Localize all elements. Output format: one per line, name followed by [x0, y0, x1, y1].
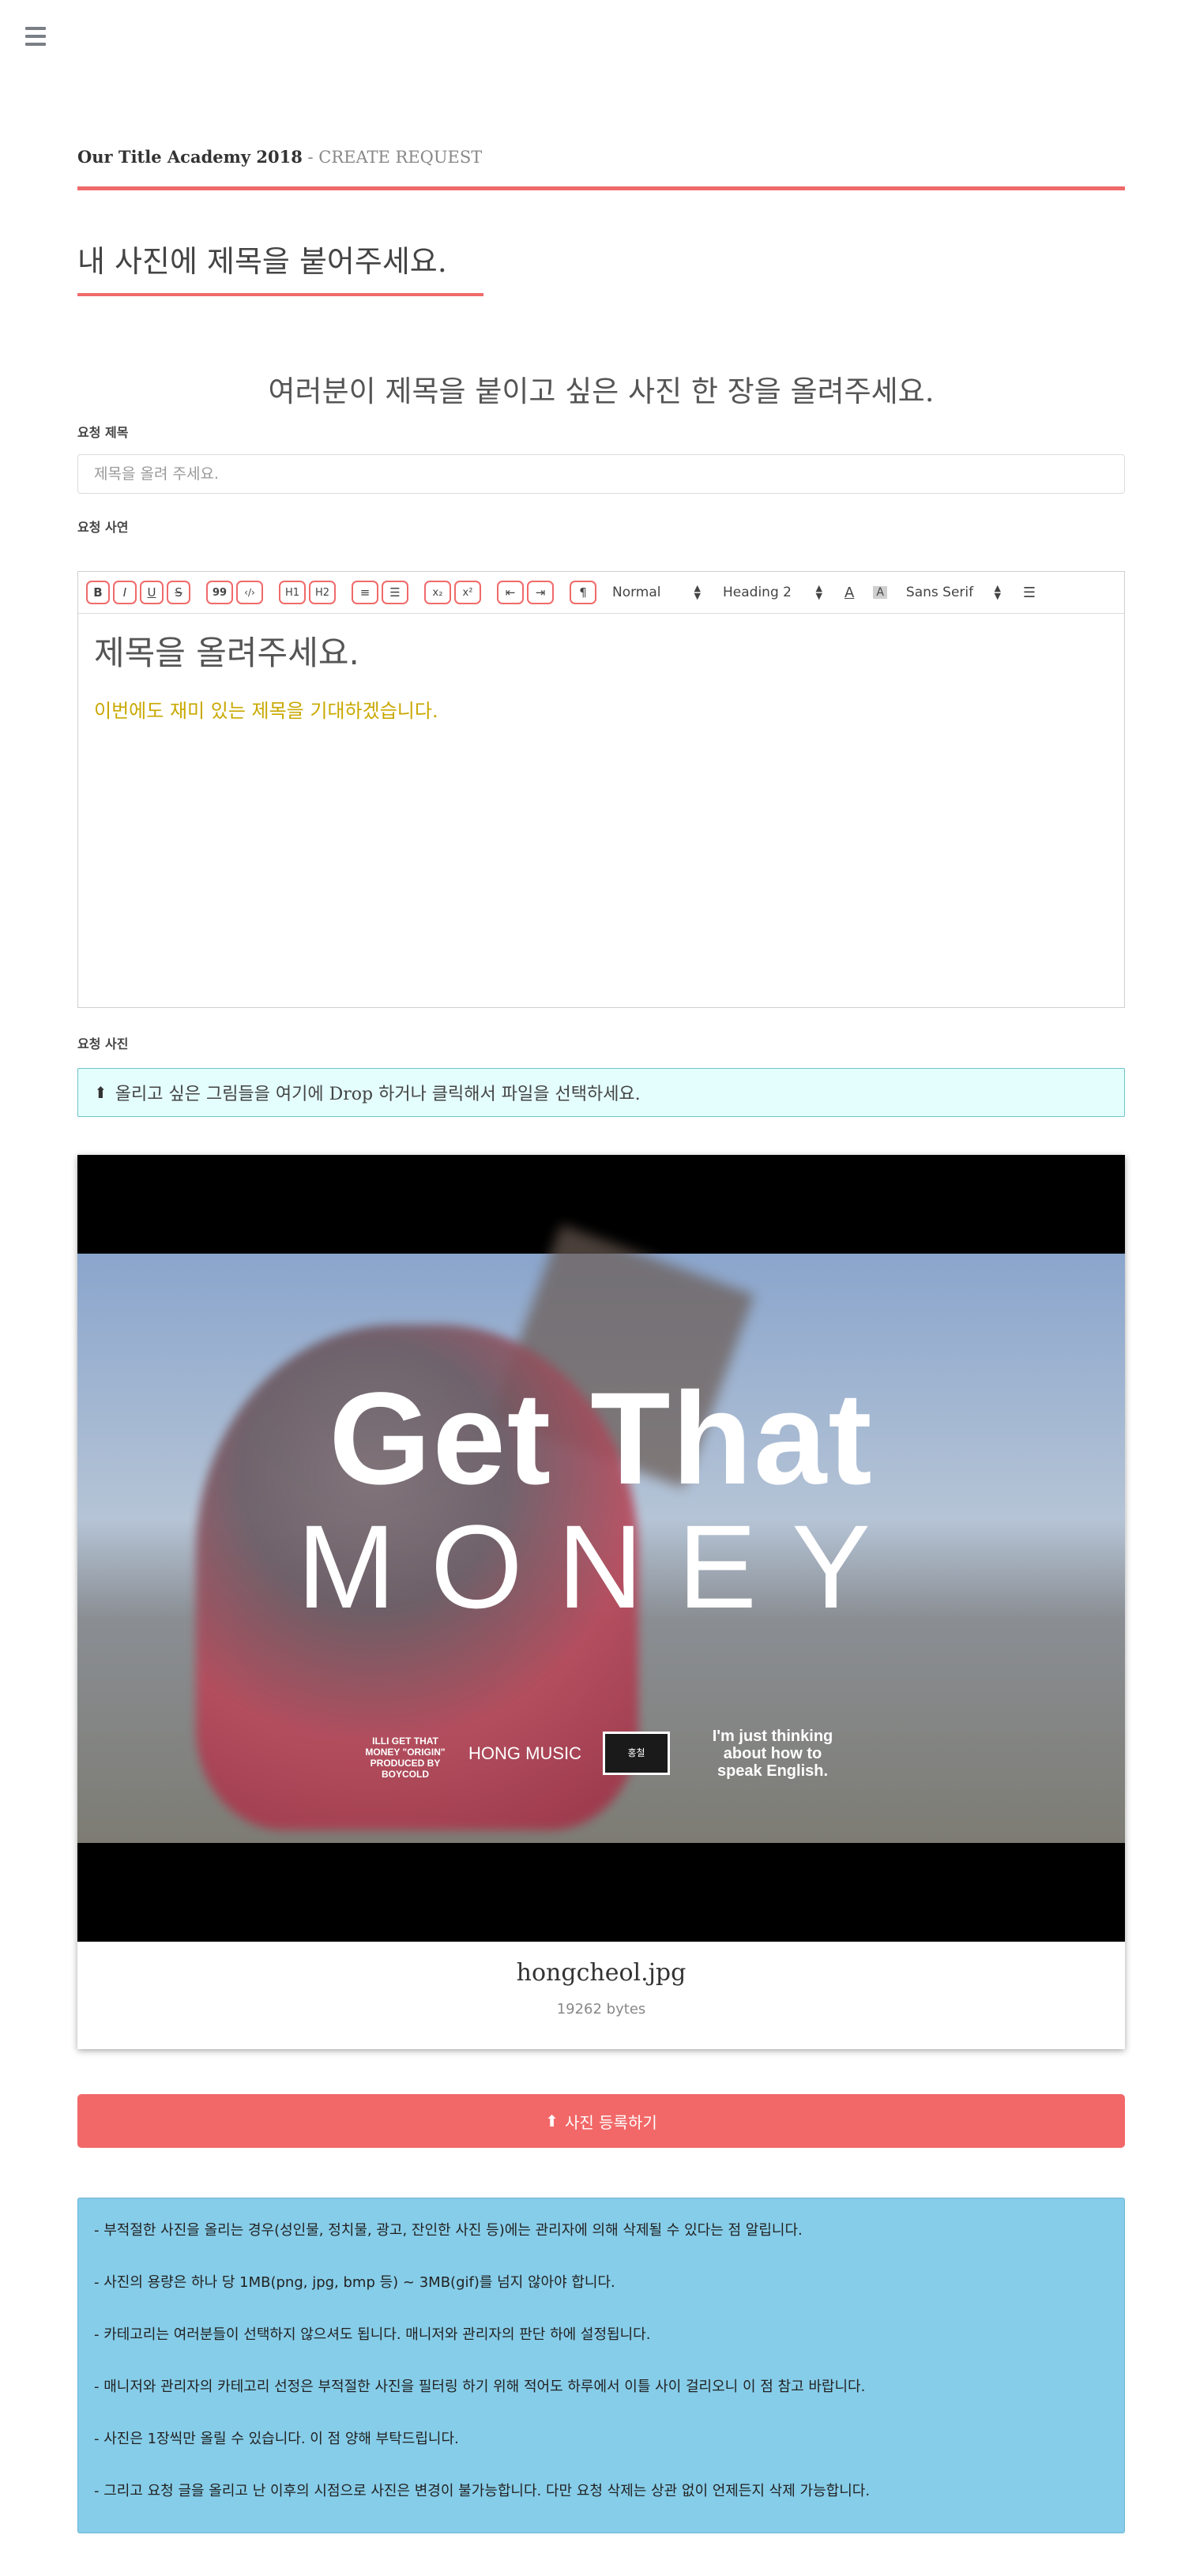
upload-icon: ⬆ [545, 2112, 559, 2130]
request-title-input[interactable]: 제목을 올려 주세요. [77, 454, 1125, 494]
italic-button[interactable]: I [113, 581, 137, 604]
notice-item: - 부적절한 사진을 올리는 경우(성인물, 정치물, 광고, 잔인한 사진 등… [94, 2222, 803, 2239]
rich-text-editor: B I U S 99 ‹/› H1 H2 ≡ ☰ x₂ x² ⇤ ⇥ ¶ Nor [77, 571, 1125, 1008]
notice-item: - 매니저와 관리자의 카테고리 선정은 부적절한 사진을 필터링 하기 위해 … [94, 2379, 866, 2395]
dropzone-text: 올리고 싶은 그림들을 여기에 Drop 하거나 클릭해서 파일을 선택하세요. [115, 1085, 641, 1104]
photo-preview-image: Get That MONEY ILLI GET THAT MONEY "ORIG… [77, 1155, 1125, 1942]
notice-item: - 카테고리는 여러분들이 선택하지 않으셔도 됩니다. 매니저와 관리자의 판… [94, 2326, 651, 2343]
subscript-button[interactable]: x₂ [424, 581, 451, 604]
select-arrow-icon: ▲ ▼ [815, 583, 822, 601]
underline-button[interactable]: U [140, 581, 164, 604]
header2-button[interactable]: H2 [309, 581, 336, 604]
file-size: 19262 bytes [556, 2001, 646, 2018]
title-underline [77, 293, 483, 296]
image-credits: ILLI GET THAT MONEY "ORIGIN" PRODUCED BY… [365, 1736, 446, 1780]
photo-dropzone[interactable]: ⬆ 올리고 싶은 그림들을 여기에 Drop 하거나 클릭해서 파일을 선택하세… [77, 1068, 1125, 1117]
strike-button[interactable]: S [167, 581, 190, 604]
image-logo: 홍철 [603, 1732, 670, 1775]
app-name[interactable]: Our Title Academy 2018 [77, 147, 303, 167]
file-name: hongcheol.jpg [516, 1959, 687, 1987]
indent-decrease-button[interactable]: ⇤ [497, 581, 524, 604]
breadcrumb: Our Title Academy 2018 - CREATE REQUEST [77, 147, 1125, 179]
bullet-list-button[interactable]: ☰ [382, 581, 408, 604]
header-select-value: Heading 2 [723, 585, 792, 600]
select-arrow-icon: ▲ ▼ [994, 583, 1001, 601]
photo-scene: Get That MONEY ILLI GET THAT MONEY "ORIG… [77, 1224, 1125, 1843]
upload-icon: ⬆ [94, 1083, 107, 1102]
request-story-label: 요청 사연 [77, 520, 129, 535]
header-select[interactable]: Heading 2 ▲ ▼ [723, 583, 822, 601]
align-left-icon[interactable]: ☰ [1023, 585, 1036, 601]
page-subtitle: 여러분이 제목을 붙이고 싶은 사진 한 장을 올려주세요. [268, 374, 935, 408]
breadcrumb-separator: - [302, 148, 319, 167]
image-text-get-that: Get That [329, 1366, 874, 1512]
blockquote-button[interactable]: 99 [206, 581, 233, 604]
notice-item: - 사진은 1장씩만 올릴 수 있습니다. 이 점 양해 부탁드립니다. [94, 2431, 459, 2447]
bold-button[interactable]: B [86, 581, 110, 604]
size-select-value: Normal [612, 585, 661, 600]
image-text-money: MONEY [296, 1500, 906, 1633]
background-color-icon[interactable]: A [873, 586, 887, 599]
submit-photo-button[interactable]: ⬆ 사진 등록하기 [77, 2094, 1125, 2148]
image-think-text: I'm just thinking about how to speak Eng… [712, 1728, 833, 1780]
hamburger-icon[interactable] [25, 27, 46, 51]
superscript-button[interactable]: x² [454, 581, 481, 604]
photo-preview-card: Get That MONEY ILLI GET THAT MONEY "ORIG… [77, 1155, 1125, 2049]
notice-box: - 부적절한 사진을 올리는 경우(성인물, 정치물, 광고, 잔인한 사진 등… [77, 2198, 1125, 2533]
text-color-icon[interactable]: A [845, 585, 854, 601]
notice-item: - 그리고 요청 글을 올리고 난 이후의 시점으로 사진은 변경이 불가능합니… [94, 2483, 871, 2499]
size-select[interactable]: Normal ▲ ▼ [612, 583, 701, 601]
code-block-button[interactable]: ‹/› [236, 581, 263, 604]
editor-toolbar: B I U S 99 ‹/› H1 H2 ≡ ☰ x₂ x² ⇤ ⇥ ¶ Nor [78, 572, 1124, 614]
editor-heading: 제목을 올려주세요. [94, 634, 359, 672]
rtl-direction-button[interactable]: ¶ [570, 581, 596, 604]
font-select[interactable]: Sans Serif ▲ ▼ [905, 583, 1001, 601]
ordered-list-button[interactable]: ≡ [352, 581, 378, 604]
font-select-value: Sans Serif [905, 585, 974, 600]
select-arrow-icon: ▲ ▼ [694, 583, 701, 601]
header-divider [77, 186, 1125, 190]
request-photo-label: 요청 사진 [77, 1036, 129, 1051]
request-title-label: 요청 제목 [77, 425, 129, 440]
page-title: 내 사진에 제목을 붙어주세요. [77, 244, 447, 279]
indent-increase-button[interactable]: ⇥ [527, 581, 554, 604]
editor-content[interactable]: 제목을 올려주세요. 이번에도 재미 있는 제목을 기대하겠습니다. [78, 614, 1124, 734]
notice-item: - 사진의 용량은 하나 당 1MB(png, jpg, bmp 등) ~ 3M… [94, 2274, 615, 2291]
submit-label: 사진 등록하기 [565, 2112, 657, 2132]
image-hong-music: HONG MUSIC [468, 1743, 581, 1763]
editor-paragraph: 이번에도 재미 있는 제목을 기대하겠습니다. [94, 700, 438, 722]
page-name: CREATE REQUEST [318, 148, 483, 167]
header1-button[interactable]: H1 [279, 581, 306, 604]
